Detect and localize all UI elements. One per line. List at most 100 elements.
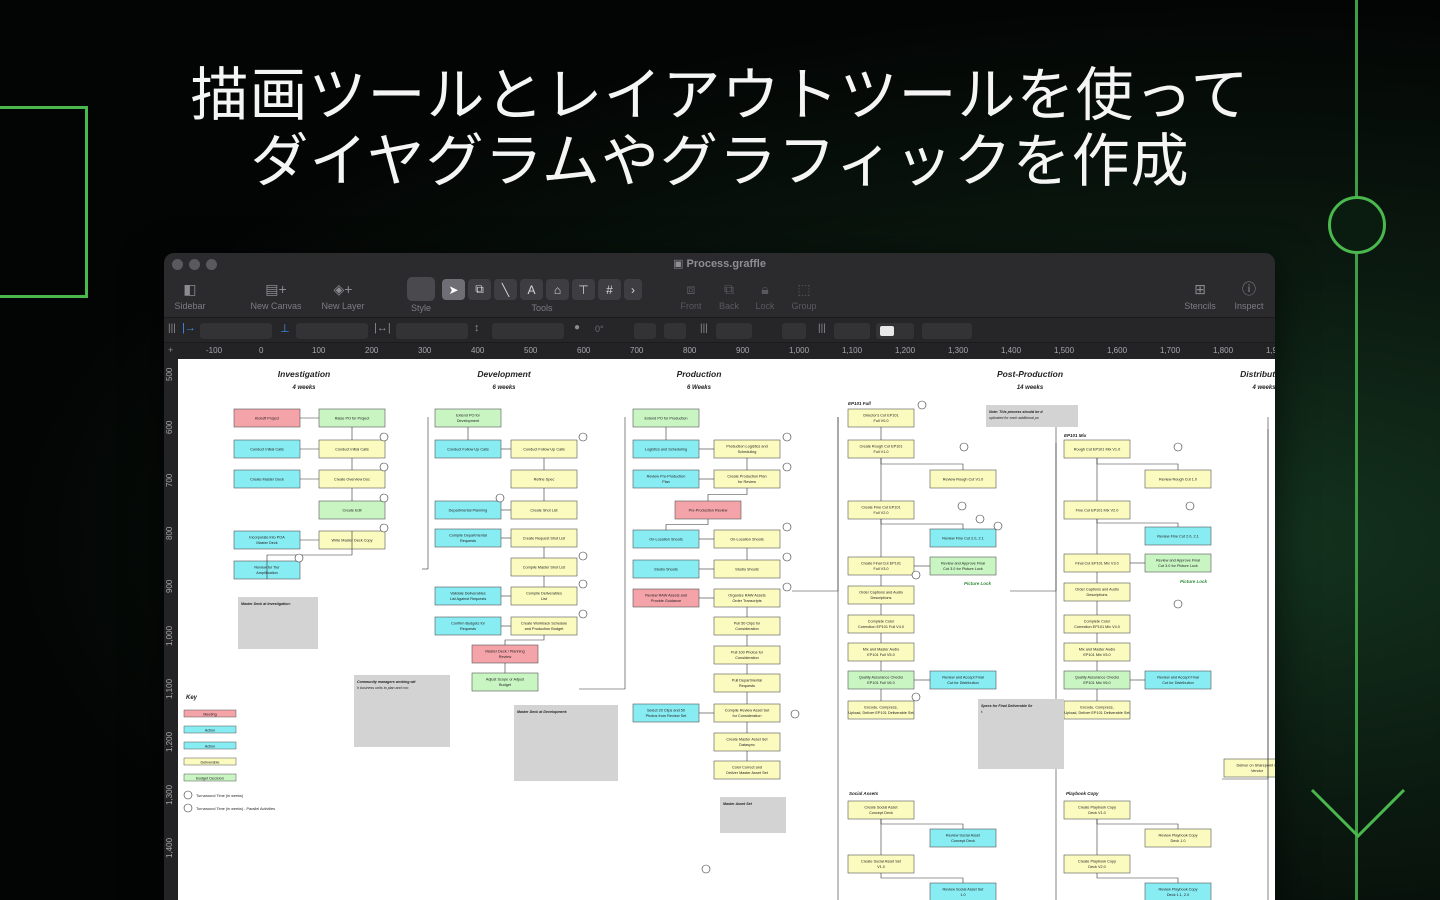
process-node-label: EP101 Mix V5.0 bbox=[1083, 653, 1110, 657]
process-node bbox=[1144, 553, 1212, 573]
process-node-label: Create Production Plan bbox=[727, 475, 766, 479]
y-position-field[interactable] bbox=[296, 323, 368, 339]
stencils-button[interactable]: ⊞ Stencils bbox=[1180, 279, 1220, 312]
width-icon: |↔| bbox=[374, 322, 391, 334]
process-node-label: Order Transcripts bbox=[732, 599, 761, 603]
process-node-label: Rough Cut EP101 Mix V1.0 bbox=[1074, 448, 1120, 452]
process-node-label: Adjust Scope or Adjust bbox=[486, 678, 525, 682]
phase-duration: 6 weeks bbox=[492, 385, 516, 391]
process-node-label: Conduct Follow Up Calls bbox=[447, 448, 489, 452]
new-canvas-button[interactable]: ▤+ New Canvas bbox=[248, 279, 304, 312]
phase-duration: 14 weeks bbox=[1017, 385, 1044, 391]
diagram-tool-icon[interactable]: ⊤ bbox=[572, 279, 595, 300]
process-node-label: Full V1.0 bbox=[874, 450, 889, 454]
turnaround-badge bbox=[782, 462, 792, 472]
turnaround-badge bbox=[782, 552, 792, 562]
process-node bbox=[1063, 854, 1131, 874]
line-tool-icon[interactable]: ╲ bbox=[494, 279, 517, 300]
process-node bbox=[471, 644, 539, 664]
fill-style-select[interactable] bbox=[834, 323, 870, 339]
process-node-label: Review Fine Cut 2.0, 2.1 bbox=[942, 537, 984, 541]
process-node-label: Master Deck bbox=[256, 541, 277, 545]
panel-toggle-icon[interactable]: ||| bbox=[168, 323, 176, 334]
process-node bbox=[929, 828, 997, 848]
ruler-x-tick: 200 bbox=[365, 346, 379, 355]
y-position-icon: ⊥ bbox=[280, 323, 290, 335]
turnaround-badge bbox=[379, 432, 389, 442]
process-node-label: and Production Budget bbox=[525, 627, 565, 631]
process-node bbox=[1144, 882, 1212, 900]
group-button[interactable]: ⬚ Group bbox=[788, 279, 820, 312]
process-node-label: Datasync bbox=[739, 743, 755, 747]
pen-tool-icon[interactable]: ⌂ bbox=[546, 279, 569, 300]
ruler-x-tick: 1,300 bbox=[948, 346, 969, 355]
shape-tool-icon[interactable]: ⧉ bbox=[468, 279, 491, 300]
turnaround-badge bbox=[959, 442, 969, 452]
sub-label: EP101 Full bbox=[848, 401, 872, 406]
process-node-label: Compile Master Shot List bbox=[523, 566, 566, 570]
ruler-y-tick: 600 bbox=[165, 420, 174, 434]
process-node bbox=[1144, 828, 1212, 848]
x-position-icon: |→ bbox=[182, 322, 196, 334]
height-field[interactable] bbox=[492, 323, 564, 339]
ruler-x-tick: 1,90 bbox=[1266, 346, 1275, 355]
process-node bbox=[847, 670, 915, 690]
connector-line bbox=[1096, 519, 1179, 527]
process-node-label: Review for Tier bbox=[254, 566, 280, 570]
process-diagram[interactable]: Investigation 4 weeks Development 6 weeks Pr… bbox=[178, 359, 1275, 900]
shadow-field[interactable] bbox=[922, 323, 972, 339]
back-button[interactable]: ⧉ Back bbox=[714, 279, 744, 312]
process-node bbox=[233, 530, 301, 550]
width-field[interactable] bbox=[396, 323, 468, 339]
new-canvas-label: New Canvas bbox=[250, 301, 302, 311]
phase-duration: 4 weeks bbox=[1251, 385, 1275, 391]
process-node-label: Create Fine Cut EP101 bbox=[861, 506, 900, 510]
process-node bbox=[713, 616, 781, 636]
process-node bbox=[1063, 642, 1131, 662]
process-node-label: Descriptions bbox=[1087, 593, 1108, 597]
process-node-label: Pull Departmental bbox=[732, 679, 762, 683]
more-tools-icon[interactable]: › bbox=[624, 279, 642, 300]
process-node-label: Pull 100 Photos for bbox=[731, 651, 764, 655]
process-node-label: EP101 Full V6.0 bbox=[867, 681, 894, 685]
flip-vertical-button[interactable] bbox=[664, 323, 686, 339]
process-node-label: Create Social Asset Set bbox=[861, 860, 902, 864]
process-node-label: Deliver on Sharepoint or bbox=[1237, 764, 1275, 768]
process-node-label: Deck 1.0 bbox=[1171, 839, 1186, 843]
lock-button[interactable]: 🔒︎ Lock bbox=[750, 279, 780, 312]
process-node-label: Extend PO for bbox=[456, 414, 481, 418]
process-node-label: Validate Deliverables bbox=[450, 592, 485, 596]
stroke-style-select[interactable] bbox=[716, 323, 752, 339]
process-node-label: Deck 1.1, 2.0 bbox=[1167, 893, 1189, 897]
style-well[interactable] bbox=[407, 277, 435, 301]
connector-line bbox=[665, 519, 709, 530]
process-node-label: Cut for Distribution bbox=[947, 681, 978, 685]
inspect-button[interactable]: ⓘ Inspect bbox=[1230, 279, 1268, 311]
ruler-y-tick: 900 bbox=[165, 579, 174, 593]
process-node-label: Review RAW Assets and bbox=[645, 594, 687, 598]
process-node-label: On-Location Shoots bbox=[730, 538, 764, 542]
process-node bbox=[847, 408, 915, 428]
front-button[interactable]: ⧈ Front bbox=[676, 279, 706, 312]
selection-tool-icon[interactable]: ➤ bbox=[442, 279, 465, 300]
diagram-canvas[interactable]: Investigation 4 weeks Development 6 weeks Pr… bbox=[178, 359, 1275, 900]
process-node bbox=[510, 586, 578, 606]
group-icon: ⬚ bbox=[797, 280, 811, 297]
sidebar-button[interactable]: ◧ Sidebar bbox=[172, 279, 208, 312]
process-node bbox=[847, 700, 915, 720]
rotation-value[interactable]: 0° bbox=[595, 324, 604, 334]
flip-horizontal-button[interactable] bbox=[634, 323, 656, 339]
new-layer-button[interactable]: ◈+ New Layer bbox=[317, 279, 369, 312]
stroke-width-field[interactable] bbox=[782, 323, 806, 339]
ruler-x-tick: 0 bbox=[259, 346, 264, 355]
fill-color-well[interactable] bbox=[876, 323, 914, 339]
key-label: Meeting bbox=[203, 713, 217, 717]
key-title: Key bbox=[186, 695, 198, 701]
process-node-label: for Consideration bbox=[733, 714, 762, 718]
x-position-field[interactable] bbox=[200, 323, 272, 339]
text-tool-icon[interactable]: A bbox=[520, 279, 543, 300]
connector-line bbox=[1096, 873, 1179, 883]
grid-tool-icon[interactable]: # bbox=[598, 279, 621, 300]
key-parallel-badge bbox=[183, 803, 193, 813]
process-node-label: Pull 50 Clips for bbox=[734, 622, 761, 626]
